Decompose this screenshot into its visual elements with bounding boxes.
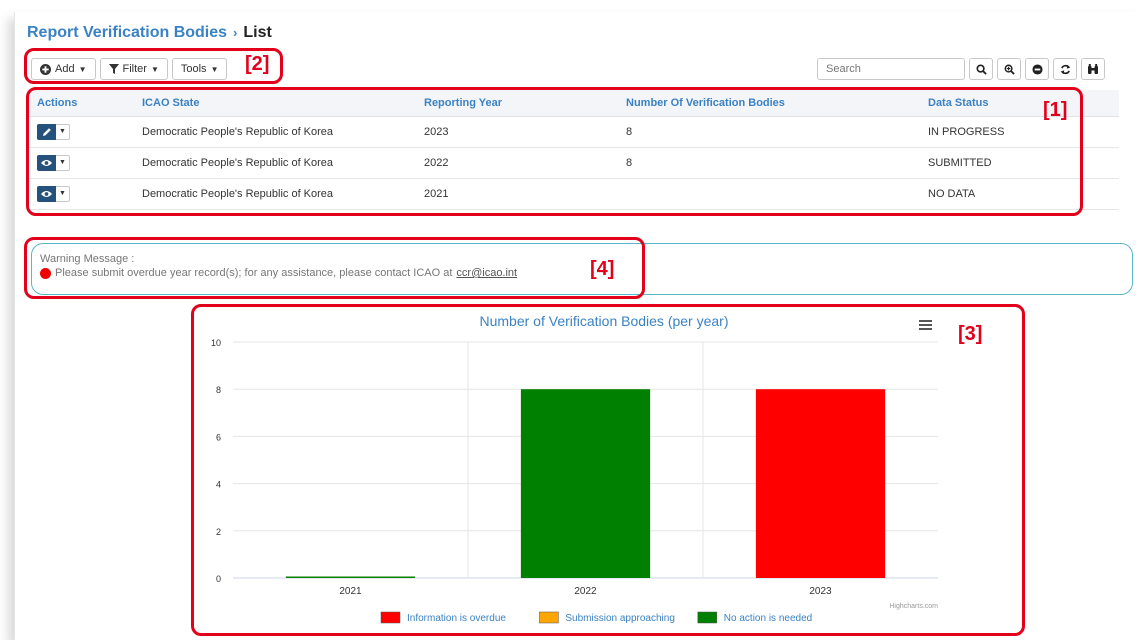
- breadcrumb-parent[interactable]: Report Verification Bodies: [27, 24, 227, 41]
- icao-state-cell: Democratic People's Republic of Korea: [134, 178, 416, 210]
- filter-button-label: Filter: [122, 63, 147, 75]
- bar-2022[interactable]: [520, 389, 651, 578]
- count-cell: [618, 178, 920, 210]
- search-input[interactable]: [817, 58, 965, 80]
- verification-bodies-chart: Number of Verification Bodies (per year)…: [193, 306, 1025, 636]
- reporting-year-cell: 2021: [416, 178, 618, 210]
- toolbar: Add ▼ Filter ▼ Tools ▼: [31, 58, 228, 80]
- chart-title: Number of Verification Bodies (per year): [480, 313, 729, 329]
- annotation-label-1: [1]: [1043, 99, 1068, 121]
- table-row[interactable]: ▼ Democratic People's Republic of Korea …: [29, 116, 1119, 148]
- refresh-icon: [1060, 64, 1070, 74]
- chart-credits[interactable]: Highcharts.com: [889, 603, 938, 610]
- annotation-label-2: [2]: [245, 53, 270, 75]
- legend-label[interactable]: No action is needed: [724, 613, 812, 624]
- zoom-in-icon: [1004, 64, 1015, 75]
- x-tick-label: 2023: [809, 586, 832, 597]
- caret-down-icon: ▼: [150, 64, 159, 74]
- y-tick-label: 10: [211, 338, 221, 348]
- icao-state-cell: Democratic People's Republic of Korea: [134, 147, 416, 179]
- view-button[interactable]: [37, 154, 56, 171]
- y-tick-label: 6: [216, 432, 221, 442]
- pencil-icon: [42, 127, 51, 136]
- breadcrumb-separator-icon: ›: [233, 25, 238, 40]
- actions-cell: ▼: [29, 116, 134, 148]
- annotation-label-4: [4]: [590, 258, 615, 280]
- bar-2023[interactable]: [755, 389, 886, 578]
- x-tick-label: 2021: [339, 586, 362, 597]
- plus-circle-icon: [40, 63, 51, 75]
- contact-email-link[interactable]: ccr@icao.int: [456, 267, 517, 279]
- legend-swatch[interactable]: [697, 611, 718, 624]
- x-tick-label: 2022: [574, 586, 597, 597]
- minus-circle-icon: [1031, 63, 1043, 75]
- chart-menu-icon[interactable]: [919, 320, 932, 330]
- bar-2021[interactable]: [285, 576, 416, 579]
- remove-button[interactable]: [1025, 58, 1049, 80]
- y-tick-label: 4: [216, 480, 221, 490]
- table-row[interactable]: ▼ Democratic People's Republic of Korea …: [29, 178, 1119, 210]
- warning-line: Please submit overdue year record(s); fo…: [40, 267, 1132, 279]
- warning-message-box: Warning Message : Please submit overdue …: [31, 243, 1133, 295]
- row-action-dropdown[interactable]: ▼: [56, 154, 70, 171]
- add-button-label: Add: [55, 63, 75, 75]
- y-tick-label: 0: [216, 574, 221, 584]
- annotation-label-3: [3]: [958, 323, 983, 345]
- row-action-group: ▼: [37, 154, 70, 171]
- reporting-year-cell: 2023: [416, 116, 618, 148]
- add-button[interactable]: Add ▼: [31, 58, 96, 80]
- warning-title: Warning Message :: [40, 253, 135, 265]
- legend-label[interactable]: Information is overdue: [407, 613, 506, 624]
- caret-down-icon: ▼: [78, 64, 87, 74]
- row-action-dropdown[interactable]: ▼: [56, 123, 70, 140]
- chart-svg: Number of Verification Bodies (per year)…: [211, 313, 938, 624]
- status-badge: IN PROGRESS: [920, 116, 1119, 148]
- row-action-group: ▼: [37, 123, 70, 140]
- legend-label[interactable]: Submission approaching: [565, 613, 675, 624]
- status-badge: SUBMITTED: [920, 147, 1119, 179]
- zoom-in-button[interactable]: [997, 58, 1021, 80]
- count-cell: 8: [618, 116, 920, 148]
- search-button[interactable]: [969, 58, 993, 80]
- search-bar: [817, 58, 1105, 80]
- search-icon: [975, 63, 987, 75]
- tools-button[interactable]: Tools ▼: [171, 58, 228, 80]
- column-header-reporting-year[interactable]: Reporting Year: [416, 90, 618, 117]
- reporting-year-cell: 2022: [416, 147, 618, 179]
- edit-button[interactable]: [37, 123, 56, 140]
- page-title: List: [243, 24, 272, 41]
- binoculars-icon: [1088, 63, 1098, 74]
- warning-text: Please submit overdue year record(s); fo…: [55, 267, 453, 279]
- legend-swatch[interactable]: [539, 611, 559, 624]
- row-action-dropdown[interactable]: ▼: [56, 185, 70, 202]
- caret-down-icon: ▼: [210, 64, 219, 74]
- verification-bodies-table: Actions ICAO State Reporting Year Number…: [29, 90, 1119, 210]
- breadcrumb: Report Verification Bodies › List: [27, 24, 272, 42]
- column-header-icao-state[interactable]: ICAO State: [134, 90, 416, 117]
- column-header-number-of-verification-bodies[interactable]: Number Of Verification Bodies: [618, 90, 920, 117]
- eye-icon: [41, 159, 52, 166]
- column-header-actions[interactable]: Actions: [29, 90, 134, 117]
- eye-icon: [41, 190, 52, 197]
- actions-cell: ▼: [29, 147, 134, 179]
- count-cell: 8: [618, 147, 920, 179]
- tools-button-label: Tools: [180, 63, 207, 75]
- status-badge: NO DATA: [920, 178, 1119, 210]
- legend-swatch[interactable]: [380, 611, 401, 624]
- column-header-data-status[interactable]: Data Status: [920, 90, 1119, 117]
- view-button[interactable]: [37, 185, 56, 202]
- binoculars-button[interactable]: [1081, 58, 1105, 80]
- actions-cell: ▼: [29, 178, 134, 210]
- filter-icon: [108, 64, 119, 74]
- row-action-group: ▼: [37, 185, 70, 202]
- red-dot-icon: [40, 267, 51, 279]
- y-tick-label: 2: [216, 527, 221, 537]
- table-header-row: Actions ICAO State Reporting Year Number…: [29, 90, 1119, 117]
- icao-state-cell: Democratic People's Republic of Korea: [134, 116, 416, 148]
- filter-button[interactable]: Filter ▼: [99, 58, 168, 80]
- y-tick-label: 8: [216, 385, 221, 395]
- table-row[interactable]: ▼ Democratic People's Republic of Korea …: [29, 147, 1119, 179]
- refresh-button[interactable]: [1053, 58, 1077, 80]
